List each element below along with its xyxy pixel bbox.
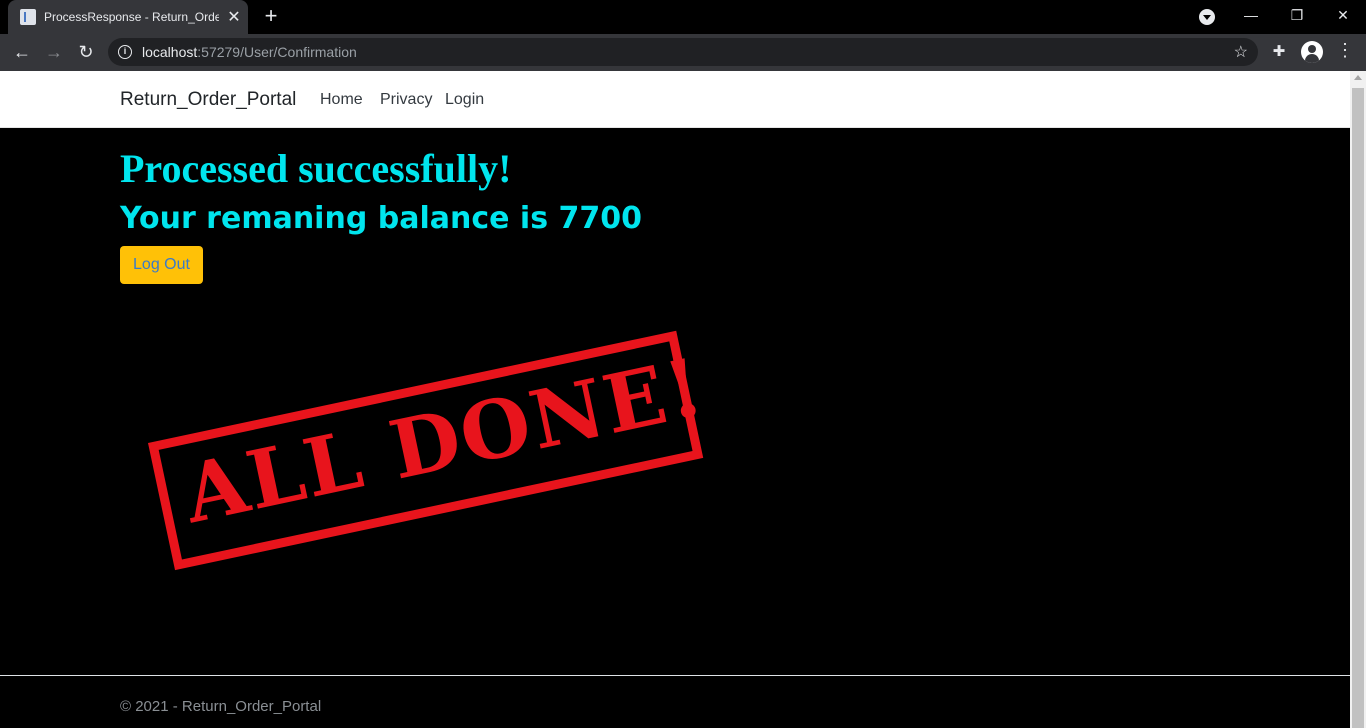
extensions-icon[interactable]: ✚ [1270, 42, 1288, 60]
minimize-button[interactable]: — [1228, 0, 1274, 34]
vertical-scrollbar[interactable] [1350, 71, 1366, 728]
page-favicon-icon [20, 9, 36, 25]
profile-avatar-icon[interactable] [1301, 41, 1323, 63]
nav-link-login[interactable]: Login [445, 91, 484, 109]
close-window-button[interactable]: ✕ [1320, 0, 1366, 34]
page-footer: © 2021 - Return_Order_Portal [0, 675, 1350, 728]
tab-search-icon[interactable] [1199, 9, 1215, 25]
restore-button[interactable]: ❐ [1274, 0, 1320, 34]
scrollbar-thumb[interactable] [1352, 88, 1364, 728]
all-done-stamp-image: ALL DONE! [148, 330, 713, 571]
site-navbar: Return_Order_Portal Home Privacy Login [0, 71, 1350, 128]
reload-button[interactable]: ↻ [72, 38, 100, 66]
forward-button[interactable]: → [40, 38, 68, 66]
url-path: :57279/User/Confirmation [197, 44, 357, 60]
browser-tab[interactable]: ProcessResponse - Return_Order_Portal ✕ [8, 0, 248, 34]
tab-close-icon[interactable]: ✕ [227, 7, 241, 27]
page-viewport: Return_Order_Portal Home Privacy Login P… [0, 71, 1350, 728]
browser-menu-icon[interactable]: ⋮ [1336, 40, 1354, 61]
back-button[interactable]: ← [8, 38, 36, 66]
address-bar[interactable]: i localhost :57279/User/Confirmation ☆ [108, 38, 1258, 66]
new-tab-button[interactable]: + [259, 4, 283, 28]
browser-tab-bar: ProcessResponse - Return_Order_Portal ✕ … [0, 0, 1366, 34]
site-brand-link[interactable]: Return_Order_Portal [120, 89, 296, 111]
success-heading: Processed successfully! [120, 146, 512, 191]
balance-heading: Your remaning balance is 7700 [120, 201, 642, 236]
tab-title: ProcessResponse - Return_Order_Portal [44, 10, 219, 24]
logout-button[interactable]: Log Out [120, 246, 203, 284]
url-host: localhost [142, 44, 198, 60]
bookmark-star-icon[interactable]: ☆ [1234, 42, 1248, 62]
browser-toolbar: ← → ↻ i localhost :57279/User/Confirmati… [0, 34, 1366, 71]
footer-copyright: © 2021 - Return_Order_Portal [120, 698, 322, 715]
site-info-icon[interactable]: i [118, 45, 132, 59]
scroll-up-arrow-icon[interactable] [1354, 75, 1362, 80]
nav-link-privacy[interactable]: Privacy [380, 91, 432, 109]
nav-link-home[interactable]: Home [320, 91, 363, 109]
